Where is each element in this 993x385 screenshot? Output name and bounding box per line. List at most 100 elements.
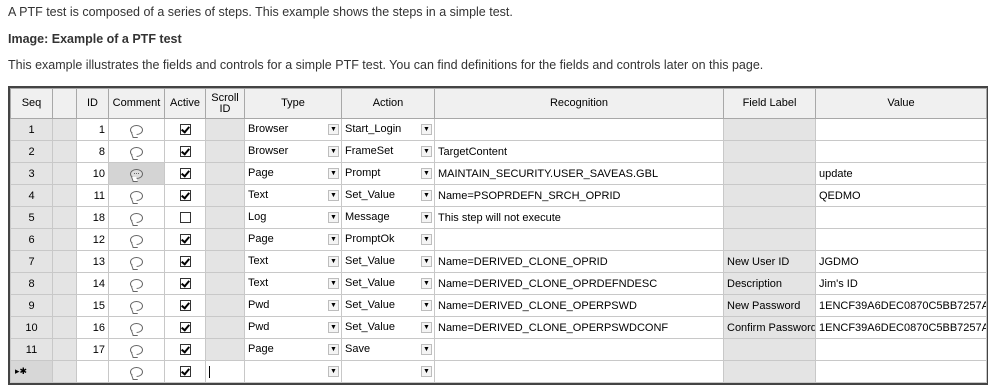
comment-cell[interactable] bbox=[108, 206, 165, 229]
action-dropdown[interactable]: Set_Value ▼ bbox=[343, 274, 434, 294]
type-cell[interactable]: Text ▼ bbox=[244, 250, 342, 273]
row-selector[interactable] bbox=[52, 294, 77, 317]
field-label-cell[interactable] bbox=[723, 162, 816, 185]
recognition-cell[interactable]: Name=PSOPRDEFN_SRCH_OPRID bbox=[434, 184, 724, 207]
comment-bubble-icon[interactable] bbox=[130, 278, 143, 289]
field-label-cell[interactable]: New User ID bbox=[723, 250, 816, 273]
type-dropdown[interactable]: ▼ bbox=[246, 362, 341, 382]
field-label-cell[interactable] bbox=[723, 140, 816, 163]
field-label-cell[interactable] bbox=[723, 118, 816, 141]
dropdown-arrow-icon[interactable]: ▼ bbox=[421, 322, 432, 333]
comment-bubble-icon[interactable] bbox=[130, 212, 143, 223]
recognition-cell[interactable] bbox=[434, 118, 724, 141]
dropdown-arrow-icon[interactable]: ▼ bbox=[421, 124, 432, 135]
type-dropdown[interactable]: Pwd ▼ bbox=[246, 318, 341, 338]
comment-bubble-icon[interactable] bbox=[130, 234, 143, 245]
type-cell[interactable]: Browser ▼ bbox=[244, 118, 342, 141]
seq-cell[interactable]: 11 bbox=[10, 338, 53, 361]
col-header-field-label[interactable]: Field Label bbox=[723, 88, 816, 119]
type-cell[interactable]: Text ▼ bbox=[244, 272, 342, 295]
action-dropdown[interactable]: ▼ bbox=[343, 362, 434, 382]
dropdown-arrow-icon[interactable]: ▼ bbox=[328, 256, 339, 267]
action-dropdown[interactable]: FrameSet ▼ bbox=[343, 142, 434, 162]
action-dropdown[interactable]: PromptOk ▼ bbox=[343, 230, 434, 250]
row-selector[interactable] bbox=[52, 272, 77, 295]
action-cell[interactable]: Save ▼ bbox=[341, 338, 435, 361]
type-cell[interactable]: Text ▼ bbox=[244, 184, 342, 207]
comment-bubble-icon[interactable] bbox=[130, 256, 143, 267]
dropdown-arrow-icon[interactable]: ▼ bbox=[421, 234, 432, 245]
col-header-comment[interactable]: Comment bbox=[108, 88, 165, 119]
active-cell[interactable] bbox=[164, 162, 206, 185]
dropdown-arrow-icon[interactable]: ▼ bbox=[421, 366, 432, 377]
comment-cell[interactable] bbox=[108, 250, 165, 273]
checkbox-icon[interactable] bbox=[179, 190, 191, 202]
seq-cell[interactable]: 7 bbox=[10, 250, 53, 273]
comment-bubble-icon[interactable] bbox=[130, 146, 143, 157]
type-dropdown[interactable]: Browser ▼ bbox=[246, 120, 341, 140]
checkbox-icon[interactable] bbox=[179, 322, 191, 334]
active-cell[interactable] bbox=[164, 118, 206, 141]
seq-cell[interactable]: 9 bbox=[10, 294, 53, 317]
recognition-cell[interactable]: TargetContent bbox=[434, 140, 724, 163]
type-dropdown[interactable]: Browser ▼ bbox=[246, 142, 341, 162]
checkbox-icon[interactable] bbox=[179, 234, 191, 246]
dropdown-arrow-icon[interactable]: ▼ bbox=[328, 190, 339, 201]
active-cell[interactable] bbox=[164, 206, 206, 229]
checkbox-icon[interactable] bbox=[179, 344, 191, 356]
checkbox-icon[interactable] bbox=[179, 278, 191, 290]
action-dropdown[interactable]: Set_Value ▼ bbox=[343, 296, 434, 316]
comment-cell[interactable] bbox=[108, 228, 165, 251]
col-header-active[interactable]: Active bbox=[164, 88, 206, 119]
field-label-cell[interactable]: Confirm Password bbox=[723, 316, 816, 339]
type-dropdown[interactable]: Page ▼ bbox=[246, 230, 341, 250]
dropdown-arrow-icon[interactable]: ▼ bbox=[328, 234, 339, 245]
value-cell[interactable] bbox=[815, 228, 987, 251]
field-label-cell[interactable] bbox=[723, 360, 816, 383]
row-selector[interactable] bbox=[52, 338, 77, 361]
value-cell[interactable]: JGDMO bbox=[815, 250, 987, 273]
row-selector[interactable] bbox=[52, 162, 77, 185]
row-selector[interactable] bbox=[52, 184, 77, 207]
field-label-cell[interactable] bbox=[723, 184, 816, 207]
checkbox-icon[interactable] bbox=[179, 168, 191, 180]
col-header-recognition[interactable]: Recognition bbox=[434, 88, 724, 119]
checkbox-icon[interactable] bbox=[179, 366, 191, 378]
col-header-action[interactable]: Action bbox=[341, 88, 435, 119]
value-cell[interactable] bbox=[815, 338, 987, 361]
active-cell[interactable] bbox=[164, 338, 206, 361]
dropdown-arrow-icon[interactable]: ▼ bbox=[328, 344, 339, 355]
comment-cell[interactable] bbox=[108, 118, 165, 141]
value-cell[interactable]: 1ENCF39A6DEC0870C5BB7257A... bbox=[815, 316, 987, 339]
row-selector[interactable] bbox=[52, 228, 77, 251]
type-dropdown[interactable]: Page ▼ bbox=[246, 164, 341, 184]
row-selector[interactable] bbox=[52, 118, 77, 141]
type-cell[interactable]: Pwd ▼ bbox=[244, 294, 342, 317]
comment-bubble-icon[interactable] bbox=[130, 300, 143, 311]
seq-cell[interactable]: 6 bbox=[10, 228, 53, 251]
type-cell[interactable]: ▼ bbox=[244, 360, 342, 383]
seq-cell[interactable]: 2 bbox=[10, 140, 53, 163]
active-cell[interactable] bbox=[164, 294, 206, 317]
comment-cell[interactable] bbox=[108, 294, 165, 317]
action-cell[interactable]: PromptOk ▼ bbox=[341, 228, 435, 251]
comment-bubble-icon[interactable] bbox=[130, 168, 143, 179]
seq-cell[interactable]: 4 bbox=[10, 184, 53, 207]
action-cell[interactable]: Start_Login ▼ bbox=[341, 118, 435, 141]
action-dropdown[interactable]: Message ▼ bbox=[343, 208, 434, 228]
action-dropdown[interactable]: Save ▼ bbox=[343, 340, 434, 360]
col-header-type[interactable]: Type bbox=[244, 88, 342, 119]
checkbox-icon[interactable] bbox=[179, 124, 191, 136]
row-selector[interactable] bbox=[52, 316, 77, 339]
dropdown-arrow-icon[interactable]: ▼ bbox=[421, 168, 432, 179]
col-header-id[interactable]: ID bbox=[76, 88, 109, 119]
col-header-value[interactable]: Value bbox=[815, 88, 987, 119]
comment-cell[interactable] bbox=[108, 360, 165, 383]
checkbox-icon[interactable] bbox=[179, 146, 191, 158]
value-cell[interactable]: 1ENCF39A6DEC0870C5BB7257A... bbox=[815, 294, 987, 317]
comment-bubble-icon[interactable] bbox=[130, 190, 143, 201]
field-label-cell[interactable] bbox=[723, 338, 816, 361]
dropdown-arrow-icon[interactable]: ▼ bbox=[328, 168, 339, 179]
new-row-marker[interactable]: ▸✱ bbox=[10, 360, 53, 383]
checkbox-icon[interactable] bbox=[179, 212, 191, 224]
